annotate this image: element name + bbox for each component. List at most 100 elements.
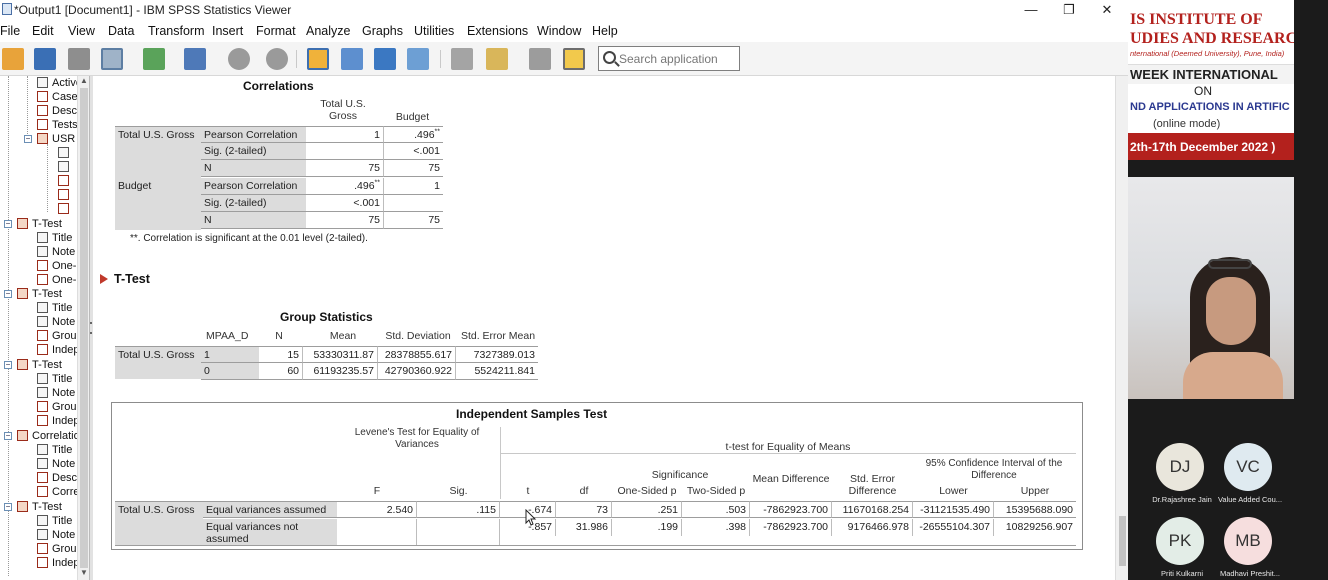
ind-cell: 15395688.090 — [994, 501, 1076, 518]
banner-institute-line2: UDIES AND RESEARCH — [1130, 30, 1294, 47]
table-icon — [37, 486, 48, 497]
create-title-icon[interactable] — [529, 48, 551, 70]
significance-marker: ** — [434, 128, 440, 136]
goto-variable-icon[interactable] — [374, 48, 396, 70]
outline-scrollbar[interactable]: ▲ ▼ — [77, 76, 89, 580]
group-stats-mpaa: 1 — [201, 346, 259, 363]
levene-header: Levene's Test for Equality of Variances — [354, 427, 480, 450]
spss-viewer-window: *Output1 [Document1] - IBM SPSS Statisti… — [0, 0, 1128, 580]
ind-cell: 11670168.254 — [832, 501, 913, 518]
save-icon[interactable] — [34, 48, 56, 70]
scroll-up-icon[interactable]: ▲ — [79, 76, 89, 86]
ttest-equality-header: t-test for Equality of Means — [725, 441, 851, 453]
ttest-heading-label: T-Test — [114, 272, 150, 286]
collapse-icon[interactable]: − — [4, 361, 12, 369]
content-scrollbar[interactable] — [1115, 76, 1128, 580]
ind-cell: .398 — [682, 519, 750, 536]
menu-help[interactable]: Help — [592, 24, 618, 38]
table-icon — [37, 274, 48, 285]
corr-value-text: .496 — [354, 180, 375, 192]
group-stats-cell: 60 — [259, 363, 303, 380]
banner-institute-line1: IS INSTITUTE OF — [1130, 11, 1263, 28]
table-icon — [37, 472, 48, 483]
print-icon[interactable] — [68, 48, 90, 70]
open-icon[interactable] — [2, 48, 24, 70]
procedure-icon — [17, 501, 28, 512]
notes-icon — [37, 246, 48, 257]
participant-name: Madhavi Preshit... — [1219, 569, 1281, 578]
title-icon — [37, 373, 48, 384]
banner-dates-text: 2th-17th December 2022 ) — [1130, 140, 1276, 154]
group-stats-title: Group Statistics — [280, 310, 373, 324]
menu-format[interactable]: Format — [256, 24, 296, 38]
corr-value: .496** — [306, 178, 384, 195]
insert-output-icon[interactable] — [563, 48, 585, 70]
notes-icon — [37, 529, 48, 540]
menu-window[interactable]: Window — [537, 24, 581, 38]
participant-tile[interactable]: MB Madhavi Preshit... — [1204, 517, 1304, 580]
ind-header-std-err: Std. Error Difference — [848, 473, 897, 497]
participant-tile[interactable]: VC Value Added Cou... — [1204, 443, 1304, 513]
corr-col-header-gross: Total U.S. Gross — [320, 98, 366, 122]
corr-stat-label: N — [201, 160, 306, 177]
ttest-heading[interactable]: T-Test — [100, 272, 150, 286]
restore-button[interactable]: ❐ — [1054, 1, 1084, 19]
menu-insert[interactable]: Insert — [212, 24, 243, 38]
menu-view[interactable]: View — [68, 24, 95, 38]
menu-data[interactable]: Data — [108, 24, 134, 38]
corr-stat-label: Sig. (2-tailed) — [201, 143, 306, 160]
speaker-video — [1128, 177, 1294, 399]
independent-test-table[interactable]: Independent Samples Test Levene's Test f… — [111, 402, 1083, 550]
recall-dialog-icon[interactable] — [184, 48, 206, 70]
chart-icon — [58, 189, 69, 200]
outline-pane: Active Case Desc Tests − USR − T-Test Titl… — [0, 76, 90, 580]
collapse-icon[interactable]: − — [4, 220, 12, 228]
minimize-button[interactable]: — — [1016, 1, 1046, 19]
export-icon[interactable] — [143, 48, 165, 70]
ind-header-upper: Upper — [1020, 485, 1050, 497]
menu-file[interactable]: File — [0, 24, 20, 38]
search-placeholder: Search application — [619, 52, 718, 66]
close-button[interactable]: ✕ — [1092, 1, 1122, 19]
collapse-icon[interactable]: − — [4, 290, 12, 298]
menu-edit[interactable]: Edit — [32, 24, 54, 38]
menu-extensions[interactable]: Extensions — [467, 24, 528, 38]
window-title: *Output1 [Document1] - IBM SPSS Statisti… — [14, 3, 292, 17]
redo-icon[interactable] — [266, 48, 288, 70]
corr-value: <.001 — [306, 195, 384, 212]
group-stats-cell: 5524211.841 — [456, 363, 538, 380]
table-icon — [37, 415, 48, 426]
menu-graphs[interactable]: Graphs — [362, 24, 403, 38]
ind-header-f: F — [373, 485, 381, 497]
scroll-thumb[interactable] — [80, 88, 88, 568]
designated-window-icon[interactable] — [451, 48, 473, 70]
procedure-icon — [17, 288, 28, 299]
title-icon — [37, 444, 48, 455]
table-icon — [37, 543, 48, 554]
variables-icon[interactable] — [407, 48, 429, 70]
menu-utilities[interactable]: Utilities — [414, 24, 454, 38]
scroll-thumb[interactable] — [1119, 516, 1126, 566]
menu-analyze[interactable]: Analyze — [306, 24, 350, 38]
collapse-icon[interactable]: − — [4, 432, 12, 440]
search-input[interactable]: Search application — [598, 46, 740, 71]
output-page-icon — [58, 147, 69, 158]
print-preview-icon[interactable] — [101, 48, 123, 70]
ind-row-assumed-label: Equal variances assumed — [203, 501, 337, 518]
speaker-shirt — [1183, 352, 1283, 399]
tree-connector — [47, 144, 48, 212]
show-all-icon[interactable] — [486, 48, 508, 70]
ind-cell: .115 — [417, 501, 500, 518]
undo-icon[interactable] — [228, 48, 250, 70]
scroll-down-icon[interactable]: ▼ — [79, 568, 89, 578]
corr-value: <.001 — [384, 143, 443, 160]
significance-marker: ** — [374, 179, 380, 187]
chart-icon — [58, 203, 69, 214]
goto-data-icon[interactable] — [307, 48, 329, 70]
banner-dates: 2th-17th December 2022 ) — [1128, 133, 1294, 160]
collapse-icon[interactable]: − — [4, 503, 12, 511]
menu-transform[interactable]: Transform — [148, 24, 205, 38]
corr-value-text: .496 — [414, 129, 435, 141]
collapse-icon[interactable]: − — [24, 135, 32, 143]
goto-case-icon[interactable] — [341, 48, 363, 70]
